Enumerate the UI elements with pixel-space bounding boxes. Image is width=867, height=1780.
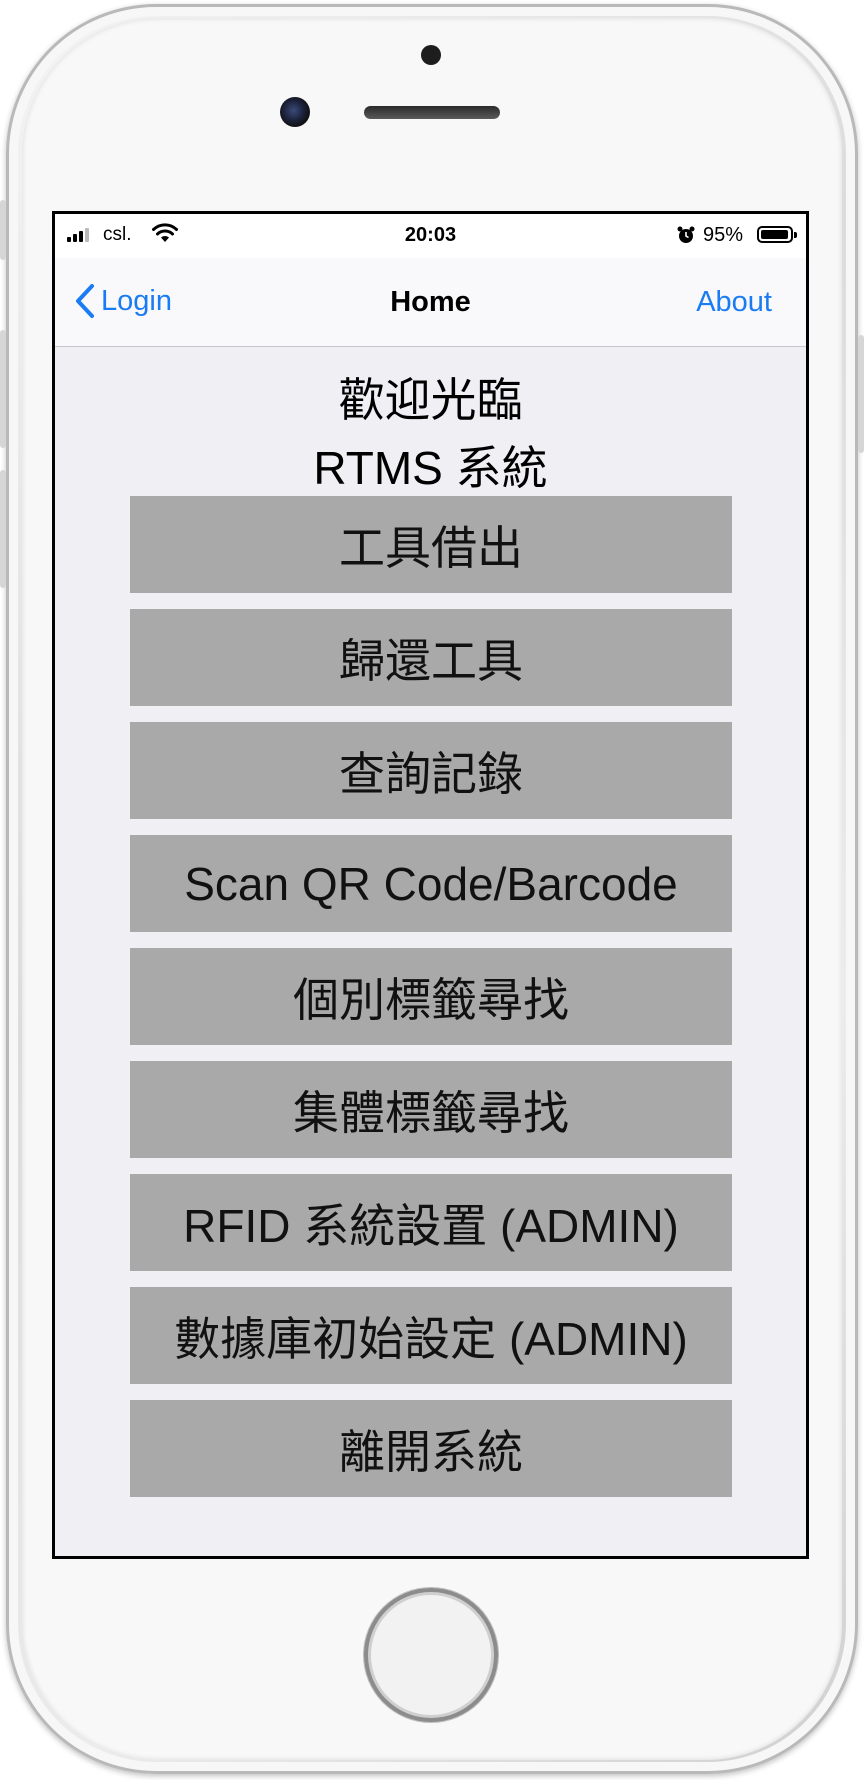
battery-fill (761, 230, 788, 239)
volume-down-button (0, 470, 6, 588)
welcome-heading: 歡迎光臨 RTMS 系統 (55, 366, 806, 502)
navigation-bar: Login Home About (55, 258, 806, 347)
scan-code-button[interactable]: Scan QR Code/Barcode (130, 835, 732, 932)
power-button (858, 335, 864, 453)
app-screen: csl. 20:03 95% Login Home About 歡迎光臨 RTM… (52, 211, 809, 1559)
db-init-button[interactable]: 數據庫初始設定 (ADMIN) (130, 1287, 732, 1384)
front-camera (280, 97, 310, 127)
home-button[interactable] (364, 1588, 498, 1722)
group-tag-search-button[interactable]: 集體標籤尋找 (130, 1061, 732, 1158)
battery-percentage: 95% (703, 224, 744, 246)
battery-icon (757, 226, 793, 243)
single-tag-search-button[interactable]: 個別標籤尋找 (130, 948, 732, 1045)
mute-switch (0, 200, 6, 260)
return-tool-button[interactable]: 歸還工具 (130, 609, 732, 706)
status-bar: csl. 20:03 95% (55, 214, 806, 258)
main-menu: 工具借出 歸還工具 查詢記錄 Scan QR Code/Barcode 個別標籤… (130, 496, 732, 1513)
nav-title: Home (390, 286, 471, 318)
rfid-settings-button[interactable]: RFID 系統設置 (ADMIN) (130, 1174, 732, 1271)
query-records-button[interactable]: 查詢記錄 (130, 722, 732, 819)
about-button[interactable]: About (696, 286, 772, 319)
battery-cap (794, 232, 797, 238)
earpiece-speaker (364, 106, 500, 119)
exit-system-button[interactable]: 離開系統 (130, 1400, 732, 1497)
welcome-line-1: 歡迎光臨 (338, 374, 523, 426)
proximity-sensor (421, 45, 441, 65)
welcome-line-2: RTMS 系統 (313, 442, 548, 494)
borrow-tool-button[interactable]: 工具借出 (130, 496, 732, 593)
alarm-icon (676, 225, 696, 250)
volume-up-button (0, 330, 6, 448)
